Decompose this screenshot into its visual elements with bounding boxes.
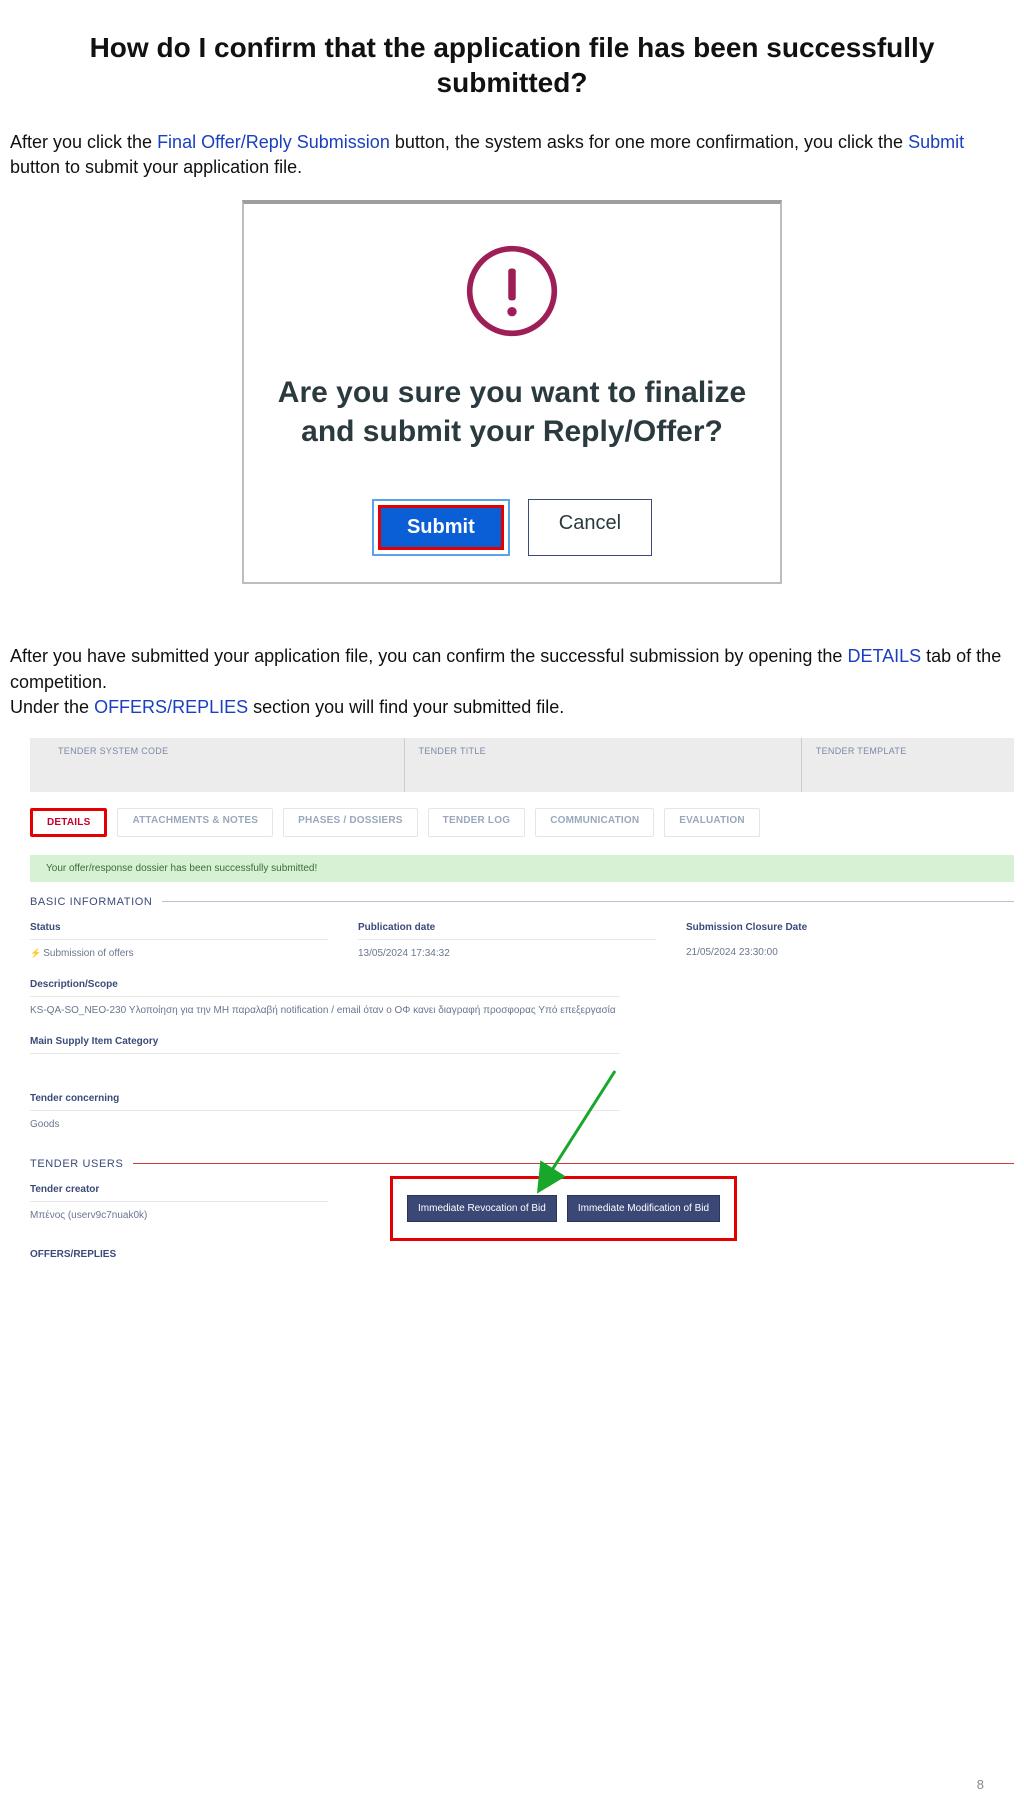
confirm-modal: Are you sure you want to finalize and su… bbox=[242, 200, 782, 584]
tab-attachments[interactable]: ATTACHMENTS & NOTES bbox=[117, 808, 273, 837]
concerning-value: Goods bbox=[30, 1111, 650, 1146]
desc-label: Description/Scope bbox=[30, 975, 620, 997]
header-template: TENDER TEMPLATE bbox=[802, 738, 1014, 792]
tab-phases[interactable]: PHASES / DOSSIERS bbox=[283, 808, 418, 837]
tab-communication[interactable]: COMMUNICATION bbox=[535, 808, 654, 837]
cancel-button[interactable]: Cancel bbox=[528, 499, 652, 556]
success-banner: Your offer/response dossier has been suc… bbox=[30, 855, 1014, 882]
offers-replies-label: OFFERS/REPLIES bbox=[30, 1249, 1014, 1260]
status-value: Submission of offers bbox=[30, 940, 358, 975]
intro-text-1: After you click the bbox=[10, 132, 157, 152]
supply-value bbox=[30, 1054, 650, 1089]
tender-header: TENDER SYSTEM CODE TENDER TITLE TENDER T… bbox=[30, 738, 1014, 792]
link-offers-replies: OFFERS/REPLIES bbox=[94, 697, 248, 717]
modal-heading: Are you sure you want to finalize and su… bbox=[264, 373, 760, 451]
submit-button[interactable]: Submit bbox=[378, 505, 504, 550]
concerning-label: Tender concerning bbox=[30, 1089, 620, 1111]
tab-row: DETAILS ATTACHMENTS & NOTES PHASES / DOS… bbox=[30, 792, 1014, 845]
page-number: 8 bbox=[977, 1777, 984, 1792]
pub-date-label: Publication date bbox=[358, 918, 656, 940]
p2-text-3: Under the bbox=[10, 697, 94, 717]
divider bbox=[133, 1163, 1014, 1164]
modify-bid-button[interactable]: Immediate Modification of Bid bbox=[567, 1195, 720, 1222]
intro-text-3: button to submit your application file. bbox=[10, 157, 302, 177]
action-highlight: Immediate Revocation of Bid Immediate Mo… bbox=[390, 1176, 737, 1241]
status-label: Status bbox=[30, 918, 328, 940]
divider bbox=[162, 901, 1014, 902]
header-system-code: TENDER SYSTEM CODE bbox=[30, 738, 405, 792]
tab-details[interactable]: DETAILS bbox=[30, 808, 107, 837]
section-basic-label: BASIC INFORMATION bbox=[30, 896, 152, 908]
page-title: How do I confirm that the application fi… bbox=[70, 30, 954, 100]
p2-text-1: After you have submitted your applicatio… bbox=[10, 646, 847, 666]
para-2: After you have submitted your applicatio… bbox=[10, 644, 1014, 720]
creator-label: Tender creator bbox=[30, 1180, 328, 1202]
section-users-label: TENDER USERS bbox=[30, 1158, 123, 1170]
app-screenshot: TENDER SYSTEM CODE TENDER TITLE TENDER T… bbox=[30, 738, 1014, 1260]
tab-tender-log[interactable]: TENDER LOG bbox=[428, 808, 526, 837]
creator-value: Μπένος (userv9c7nuak0k) bbox=[30, 1202, 358, 1237]
desc-value: KS-QA-SO_NEO-230 Υλοποίηση για την MH πα… bbox=[30, 997, 650, 1032]
alert-icon bbox=[465, 244, 559, 338]
supply-label: Main Supply Item Category bbox=[30, 1032, 620, 1054]
intro-text-2: button, the system asks for one more con… bbox=[390, 132, 908, 152]
section-tender-users: TENDER USERS bbox=[30, 1158, 1014, 1170]
closure-label: Submission Closure Date bbox=[686, 918, 984, 939]
header-title: TENDER TITLE bbox=[405, 738, 802, 792]
closure-value: 21/05/2024 23:30:00 bbox=[686, 939, 1014, 974]
pub-date-value: 13/05/2024 17:34:32 bbox=[358, 940, 686, 975]
p2-text-4: section you will find your submitted fil… bbox=[248, 697, 564, 717]
intro-paragraph: After you click the Final Offer/Reply Su… bbox=[10, 130, 1014, 180]
section-basic-info: BASIC INFORMATION bbox=[30, 896, 1014, 908]
revoke-bid-button[interactable]: Immediate Revocation of Bid bbox=[407, 1195, 557, 1222]
link-final-offer: Final Offer/Reply Submission bbox=[157, 132, 390, 152]
submit-highlight: Submit bbox=[372, 499, 510, 556]
link-submit: Submit bbox=[908, 132, 964, 152]
link-details: DETAILS bbox=[847, 646, 921, 666]
tab-evaluation[interactable]: EVALUATION bbox=[664, 808, 760, 837]
